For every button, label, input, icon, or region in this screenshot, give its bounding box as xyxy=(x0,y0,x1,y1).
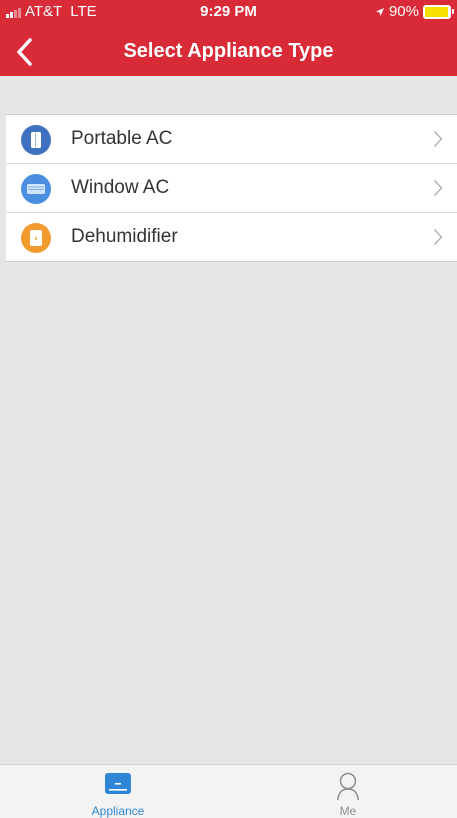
tab-label: Me xyxy=(339,804,357,818)
chevron-right-icon xyxy=(433,179,443,197)
chevron-right-icon xyxy=(433,228,443,246)
nav-bar: Select Appliance Type xyxy=(0,28,457,74)
list-item-label: Dehumidifier xyxy=(71,226,178,247)
list-item-portable-ac[interactable]: Portable AC xyxy=(6,115,457,164)
window-ac-icon xyxy=(21,174,51,204)
tab-bar: Appliance Me xyxy=(0,764,457,818)
appliance-icon xyxy=(105,773,131,794)
tab-appliance[interactable]: Appliance xyxy=(43,765,193,818)
status-bar: AT&T LTE 9:29 PM 90% xyxy=(0,0,457,22)
list-item-label: Window AC xyxy=(71,177,170,198)
list-item-dehumidifier[interactable]: Dehumidifier xyxy=(6,213,457,261)
appliance-type-list: Portable AC Window AC Dehumidifier xyxy=(6,114,457,262)
list-item-window-ac[interactable]: Window AC xyxy=(6,164,457,213)
battery-percent: 90% xyxy=(388,3,419,20)
chevron-right-icon xyxy=(433,130,443,148)
tab-label: Appliance xyxy=(91,804,145,818)
tab-me[interactable]: Me xyxy=(273,765,423,818)
location-arrow-icon xyxy=(375,7,384,16)
page-title: Select Appliance Type xyxy=(123,40,334,62)
battery-icon xyxy=(423,4,454,19)
app-header: AT&T LTE 9:29 PM 90% Select Appliance Ty… xyxy=(0,0,457,76)
dehumidifier-icon xyxy=(21,223,51,253)
user-icon xyxy=(337,772,359,801)
portable-ac-icon xyxy=(21,125,51,155)
list-item-label: Portable AC xyxy=(71,128,173,149)
